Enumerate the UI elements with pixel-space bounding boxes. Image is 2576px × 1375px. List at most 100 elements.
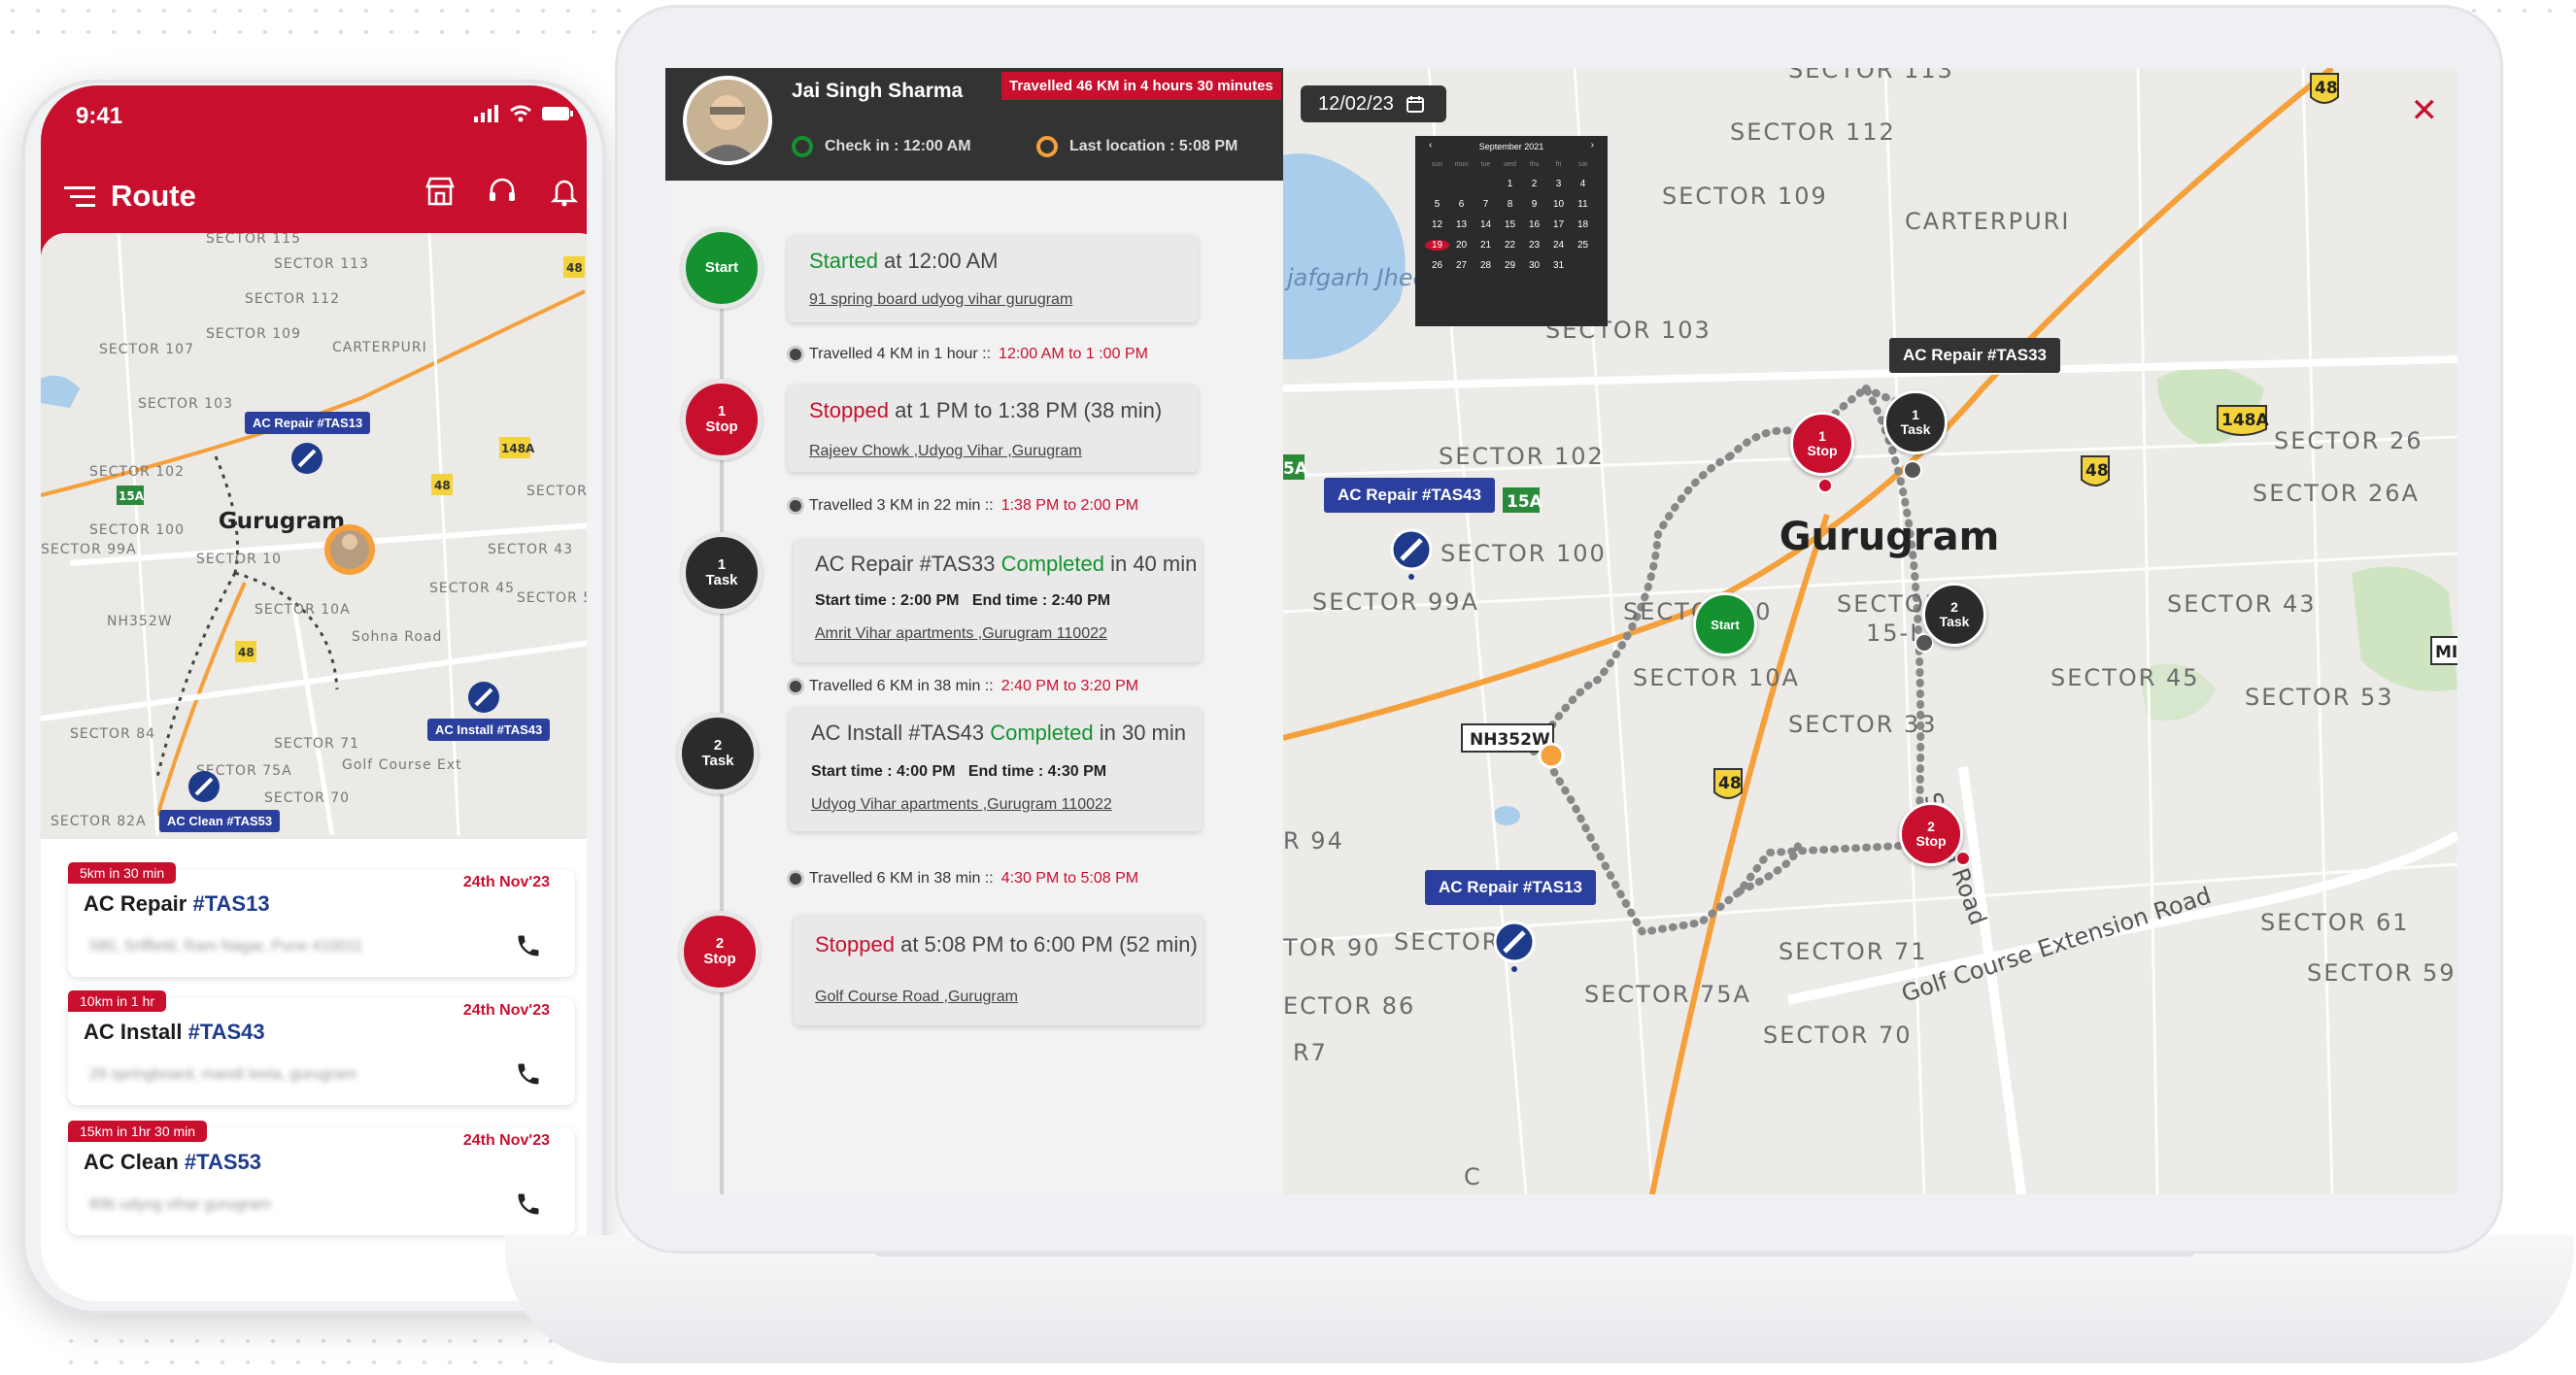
phone-map-area: SECTOR 82A (51, 814, 147, 829)
timeline-node-task-1: 1 Task (681, 532, 763, 614)
calendar-day[interactable]: 8 (1498, 199, 1522, 210)
calendar-day[interactable]: 3 (1546, 179, 1571, 189)
timeline-event-stop-1[interactable]: Stopped at 1 PM to 1:38 PM (38 min) Raje… (788, 385, 1198, 472)
calendar-day[interactable]: 2 (1522, 179, 1546, 189)
last-location-text: Last location : 5:08 PM (1069, 138, 1238, 154)
timeline-event-task-1[interactable]: AC Repair #TAS33 Completed in 40 min Sta… (794, 538, 1202, 662)
map-pin-task-2[interactable]: 2 Task (1922, 583, 1986, 647)
map-area: SECTOR 100 (1441, 540, 1607, 567)
event-address[interactable]: Golf Course Road ,Gurugram (815, 989, 1018, 1006)
calendar-day[interactable]: 11 (1571, 199, 1595, 210)
event-address[interactable]: Udyog Vihar apartments ,Gurugram 110022 (811, 796, 1112, 814)
calendar-day[interactable]: 23 (1522, 240, 1546, 251)
segment-dot-icon (790, 873, 801, 885)
calendar-day[interactable]: 18 (1571, 219, 1595, 230)
calendar-day[interactable]: 7 (1474, 199, 1498, 210)
job-card[interactable]: 5km in 30 min 24th Nov'23 AC Repair #TAS… (68, 862, 575, 977)
page-title: Route (111, 179, 196, 213)
map-area: SECTOR 26A (2253, 480, 2420, 507)
phone-call-icon[interactable] (515, 1060, 542, 1088)
highway-shield: NH352W (1470, 730, 1550, 750)
map-pin-start[interactable]: Start (1693, 592, 1757, 656)
map-area: ECTOR 86 (1283, 992, 1415, 1020)
calendar-day[interactable]: 26 (1425, 260, 1449, 271)
calendar-day[interactable]: 16 (1522, 219, 1546, 230)
checkin-info: Check in : 12:00 AM (792, 136, 971, 157)
map-pin-stop-1[interactable]: 1 Stop (1790, 412, 1854, 476)
job-card[interactable]: 15km in 1hr 30 min 24th Nov'23 AC Clean … (68, 1121, 575, 1235)
segment-text: Travelled 6 KM in 38 min :: (809, 678, 994, 694)
weekday-label: fri (1555, 161, 1562, 168)
calendar-day[interactable]: 19 (1425, 240, 1449, 251)
calendar-day[interactable]: 6 (1449, 199, 1474, 210)
calendar-day[interactable]: 17 (1546, 219, 1571, 230)
calendar-day[interactable]: 9 (1522, 199, 1546, 210)
timeline-node-start: Start (681, 227, 763, 309)
phone-road-shield: 48 (566, 261, 583, 275)
highway-shield: 148A (2221, 411, 2269, 430)
calendar-blank (1425, 179, 1449, 189)
phone-map-area: SECTOR 109 (206, 326, 301, 342)
calendar-day[interactable]: 1 (1498, 179, 1522, 189)
phone-call-icon[interactable] (515, 932, 542, 959)
calendar-popup[interactable]: September 2021 ‹ › sun mon tue wed thu f… (1415, 136, 1608, 326)
calendar-day[interactable]: 27 (1449, 260, 1474, 271)
job-card[interactable]: 10km in 1 hr 24th Nov'23 AC Install #TAS… (68, 990, 575, 1105)
phone-pin-install[interactable] (468, 682, 499, 713)
calendar-day[interactable]: 4 (1571, 179, 1595, 189)
calendar-day[interactable]: 22 (1498, 240, 1522, 251)
calendar-day[interactable]: 28 (1474, 260, 1498, 271)
timeline-event-start[interactable]: Started at 12:00 AM 91 spring board udyo… (788, 235, 1198, 322)
calendar-day[interactable]: 10 (1546, 199, 1571, 210)
phone-user-avatar[interactable] (324, 524, 375, 575)
calendar-day[interactable]: 15 (1498, 219, 1522, 230)
event-address[interactable]: Rajeev Chowk ,Udyog Vihar ,Gurugram (809, 443, 1082, 460)
calendar-day[interactable]: 24 (1546, 240, 1571, 251)
calendar-day[interactable]: 31 (1546, 260, 1571, 271)
job-title: AC Repair #TAS13 (84, 891, 270, 917)
timeline-event-task-2[interactable]: AC Install #TAS43 Completed in 30 min St… (790, 707, 1202, 831)
phone-route-map[interactable]: SECTOR 115 SECTOR 113 SECTOR 112 SECTOR … (41, 233, 587, 839)
node-label: Task (701, 753, 734, 769)
calendar-day[interactable]: 29 (1498, 260, 1522, 271)
calendar-day[interactable]: 25 (1571, 240, 1595, 251)
close-icon[interactable]: ✕ (2411, 91, 2439, 130)
calendar-day[interactable]: 12 (1425, 219, 1449, 230)
event-status: Completed (990, 721, 1094, 745)
calendar-day[interactable]: 30 (1522, 260, 1546, 271)
timeline-node-stop-2: 2 Stop (679, 911, 761, 992)
decor-dots (0, 0, 641, 43)
map-pin-task-1[interactable]: 1 Task (1883, 390, 1948, 454)
calendar-day[interactable]: 20 (1449, 240, 1474, 251)
phone-pin-repair[interactable] (291, 443, 322, 474)
event-end-time: End time : 2:40 PM (971, 592, 1111, 609)
map-pin-stop-2[interactable]: 2 Stop (1899, 802, 1963, 866)
store-icon[interactable] (424, 175, 457, 208)
phone-pin-clean[interactable] (188, 771, 220, 802)
node-label: Task (705, 572, 738, 588)
calendar-prev-icon[interactable]: ‹ (1429, 140, 1432, 151)
phone-map-area: SECTOR 70 (264, 790, 350, 806)
bell-icon[interactable] (548, 175, 581, 208)
event-status: Completed (1000, 552, 1104, 576)
phone-map-area: SECTOR 10A (254, 602, 351, 618)
headset-icon[interactable] (486, 175, 519, 208)
timeline-event-stop-2[interactable]: Stopped at 5:08 PM to 6:00 PM (52 min) G… (794, 915, 1203, 1025)
last-location-marker[interactable] (1538, 742, 1565, 769)
calendar-day[interactable]: 21 (1474, 240, 1498, 251)
date-picker-button[interactable]: 12/02/23 (1301, 85, 1446, 122)
checkin-text: Check in : 12:00 AM (825, 138, 971, 154)
calendar-next-icon[interactable]: › (1591, 140, 1594, 151)
avatar-photo-icon (687, 80, 768, 161)
wifi-icon (510, 105, 531, 122)
event-address[interactable]: 91 spring board udyog vihar gurugram (809, 291, 1072, 309)
menu-icon[interactable] (64, 186, 95, 208)
route-map[interactable]: SECTOR 113 SECTOR 112 SECTOR 109 CARTERP… (1283, 68, 2457, 1194)
calendar-day[interactable]: 13 (1449, 219, 1474, 230)
calendar-day[interactable]: 14 (1474, 219, 1498, 230)
calendar-day[interactable]: 5 (1425, 199, 1449, 210)
event-address[interactable]: Amrit Vihar apartments ,Gurugram 110022 (815, 625, 1107, 643)
phone-call-icon[interactable] (515, 1191, 542, 1218)
map-area: SECTOR 26 (2274, 427, 2423, 454)
phone-map-area: SECTOR 10 (196, 552, 282, 567)
